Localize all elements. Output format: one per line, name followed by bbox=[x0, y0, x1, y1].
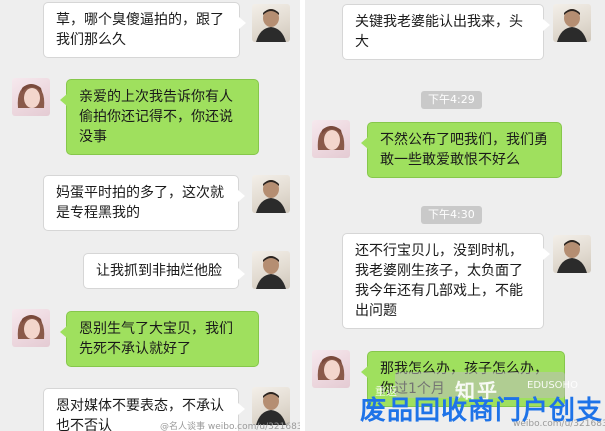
brand-watermark: 废品回收商门户创支 bbox=[360, 396, 604, 426]
message-bubble[interactable]: 恩别生气了大宝贝，我们先死不承认就好了 bbox=[60, 311, 259, 367]
man-avatar-icon[interactable] bbox=[252, 175, 290, 213]
message-bubble[interactable]: 妈蛋平时拍的多了，这次就是专程黑我的 bbox=[43, 175, 245, 231]
woman-avatar-icon[interactable] bbox=[12, 309, 50, 347]
message-bubble[interactable]: 让我抓到非抽烂他脸 bbox=[83, 253, 245, 289]
message-bubble[interactable]: 不然公布了吧我们，我们勇敢一些敢爱敢恨不好么 bbox=[361, 122, 562, 178]
timestamp: 下午4:29 bbox=[421, 91, 482, 109]
overlay-logo-subtext: EDUSOHO bbox=[527, 380, 578, 391]
left-chat-panel: 草，哪个臭傻逼拍的，跟了我们那么久 亲爱的上次我告诉你有人偷拍你还记得不，你还说… bbox=[0, 0, 300, 431]
right-chat-panel: 关键我老婆能认出我来，头大 下午4:29 不然公布了吧我们，我们勇敢一些敢爱敢恨… bbox=[305, 0, 605, 431]
man-avatar-icon[interactable] bbox=[553, 4, 591, 42]
timestamp: 下午4:30 bbox=[421, 206, 482, 224]
message-bubble[interactable]: 亲爱的上次我告诉你有人偷拍你还记得不，你还说没事 bbox=[60, 79, 259, 155]
man-avatar-icon[interactable] bbox=[252, 4, 290, 42]
watermark-text: @名人谈事 weibo.com/u/3216837137 bbox=[160, 422, 300, 431]
message-bubble[interactable]: 草，哪个臭傻逼拍的，跟了我们那么久 bbox=[43, 2, 246, 58]
woman-avatar-icon[interactable] bbox=[312, 350, 350, 388]
message-bubble[interactable]: 关键我老婆能认出我来，头大 bbox=[342, 4, 550, 60]
man-avatar-icon[interactable] bbox=[252, 251, 290, 289]
woman-avatar-icon[interactable] bbox=[312, 120, 350, 158]
man-avatar-icon[interactable] bbox=[553, 235, 591, 273]
woman-avatar-icon[interactable] bbox=[12, 78, 50, 116]
message-bubble[interactable]: 还不行宝贝儿，没到时机，我老婆刚生孩子，太负面了我今年还有几部戏上，不能出问题 bbox=[342, 233, 550, 329]
